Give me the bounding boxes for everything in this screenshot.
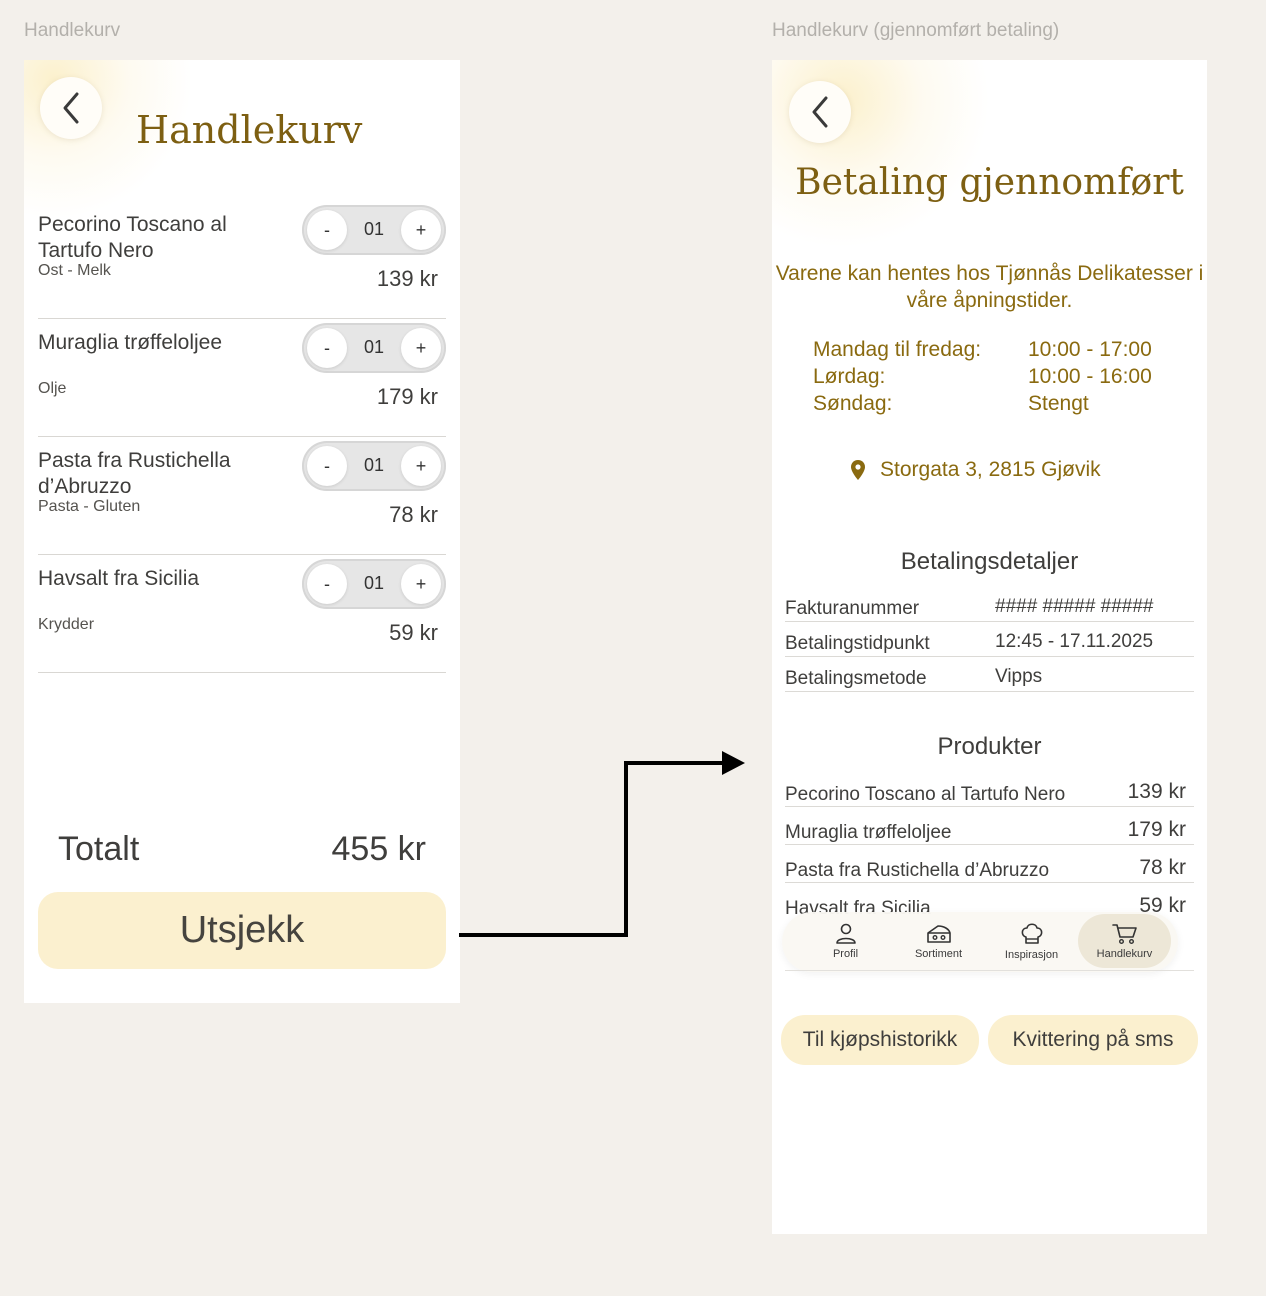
nav-item-sortiment[interactable]: Sortiment	[892, 914, 985, 968]
quantity-stepper: - 01 +	[302, 441, 446, 491]
cheese-icon	[926, 924, 951, 943]
increase-button[interactable]: +	[401, 328, 441, 368]
bottom-nav: Profil Sortiment Inspirasjon Handlekurv	[782, 912, 1178, 972]
item-name: Havsalt fra Sicilia	[38, 567, 200, 590]
nav-label: Handlekurv	[1096, 947, 1153, 960]
hours-day: Mandag til fredag:	[813, 338, 982, 361]
quantity-stepper: - 01 +	[302, 559, 446, 609]
item-name: Pecorino Toscano al Tartufo Nero	[38, 213, 227, 262]
detail-key: Fakturanummer	[785, 598, 920, 619]
increase-button[interactable]: +	[401, 210, 441, 250]
sms-receipt-button[interactable]: Kvittering på sms	[988, 1015, 1198, 1065]
nav-item-handlekurv[interactable]: Handlekurv	[1078, 914, 1171, 968]
item-name: Muraglia trøffeloljee	[38, 331, 223, 354]
pickup-info: Varene kan hentes hos Tjønnås Delikatess…	[775, 262, 1204, 312]
total-value: 455 kr	[331, 830, 427, 868]
product-price: 59 kr	[1139, 894, 1186, 914]
chef-hat-icon	[1021, 922, 1042, 944]
cart-item: Pasta fra Rustichella d’Abruzzo Pasta - …	[38, 436, 446, 555]
item-price: 78 kr	[389, 502, 438, 527]
cart-icon	[1111, 923, 1137, 944]
nav-item-profil[interactable]: Profil	[799, 914, 892, 968]
hours-time: Stengt	[1028, 392, 1089, 415]
hours-time: 10:00 - 16:00	[1028, 365, 1152, 388]
purchase-history-button[interactable]: Til kjøpshistorikk	[781, 1015, 979, 1065]
page-title: Betaling gjennomført	[795, 162, 1184, 203]
details-title: Betalingsdetaljer	[900, 548, 1079, 575]
item-price: 139 kr	[376, 266, 438, 291]
product-name: Muraglia trøffeloljee	[785, 822, 952, 843]
quantity-stepper: - 01 +	[302, 323, 446, 373]
product-price: 78 kr	[1139, 856, 1186, 879]
flow-arrow	[459, 751, 745, 937]
location-pin-icon	[851, 460, 865, 480]
product-price: 139 kr	[1127, 780, 1186, 803]
increase-button[interactable]: +	[401, 564, 441, 604]
item-category: Pasta - Gluten	[38, 498, 141, 515]
product-row: Havsalt fra Sicilia 59 kr	[785, 884, 1194, 914]
detail-row: Betalingstidpunkt 12:45 - 17.11.2025	[785, 622, 1194, 657]
detail-row: Fakturanummer #### ##### #####	[785, 587, 1194, 622]
detail-key: Betalingstidpunkt	[785, 633, 930, 654]
detail-value: Vipps	[995, 666, 1043, 687]
product-row: Pecorino Toscano al Tartufo Nero 139 kr	[785, 770, 1194, 807]
divider	[785, 970, 1194, 971]
nav-label: Sortiment	[914, 947, 963, 960]
nav-label: Inspirasjon	[1004, 948, 1059, 961]
product-row: Pasta fra Rustichella d’Abruzzo 78 kr	[785, 846, 1194, 883]
hours-time: 10:00 - 17:00	[1028, 338, 1152, 361]
products-list[interactable]: Pecorino Toscano al Tartufo Nero 139 kr …	[772, 768, 1207, 914]
back-button[interactable]	[40, 77, 102, 139]
detail-value: #### ##### #####	[995, 596, 1154, 617]
increase-button[interactable]: +	[401, 446, 441, 486]
address-text: Storgata 3, 2815 Gjøvik	[880, 458, 1101, 481]
nav-item-inspirasjon[interactable]: Inspirasjon	[985, 914, 1078, 968]
item-category: Krydder	[38, 616, 95, 633]
item-name: Pasta fra Rustichella d’Abruzzo	[38, 449, 231, 498]
product-row: Muraglia trøffeloljee 179 kr	[785, 808, 1194, 845]
frame-label-cart: Handlekurv	[24, 20, 121, 41]
item-category: Ost - Melk	[38, 262, 111, 279]
store-address: Storgata 3, 2815 Gjøvik	[850, 458, 1101, 482]
user-icon	[835, 923, 856, 944]
detail-key: Betalingsmetode	[785, 668, 927, 689]
item-price: 179 kr	[376, 384, 438, 409]
total-label: Totalt	[58, 830, 140, 868]
chevron-left-icon	[812, 96, 828, 128]
products-title: Produkter	[937, 733, 1042, 760]
hours-day: Søndag:	[813, 392, 893, 415]
quantity-stepper: - 01 +	[302, 205, 446, 255]
item-price: 59 kr	[389, 620, 438, 645]
item-category: Olje	[38, 380, 67, 397]
back-button[interactable]	[789, 81, 851, 143]
chevron-left-icon	[63, 92, 79, 124]
frame-label-payment: Handlekurv (gjennomført betaling)	[772, 20, 1060, 41]
page-title: Handlekurv	[136, 108, 363, 152]
product-price: 179 kr	[1127, 818, 1186, 841]
detail-row: Betalingsmetode Vipps	[785, 657, 1194, 692]
cart-item: Havsalt fra Sicilia Krydder - 01 + 59 kr	[38, 554, 446, 673]
cart-item: Muraglia trøffeloljee Olje - 01 + 179 kr	[38, 318, 446, 437]
detail-value: 12:45 - 17.11.2025	[995, 631, 1154, 652]
checkout-button[interactable]: Utsjekk	[38, 892, 446, 969]
product-name: Pecorino Toscano al Tartufo Nero	[785, 784, 1066, 805]
cart-screen: Handlekurv Pecorino Toscano al Tartufo N…	[24, 60, 460, 1003]
nav-label: Profil	[832, 947, 859, 960]
product-name: Pasta fra Rustichella d’Abruzzo	[785, 860, 1050, 881]
hours-day: Lørdag:	[813, 365, 886, 388]
payment-screen: Betaling gjennomført Varene kan hentes h…	[772, 60, 1207, 1234]
cart-item: Pecorino Toscano al Tartufo Nero Ost - M…	[38, 200, 446, 319]
